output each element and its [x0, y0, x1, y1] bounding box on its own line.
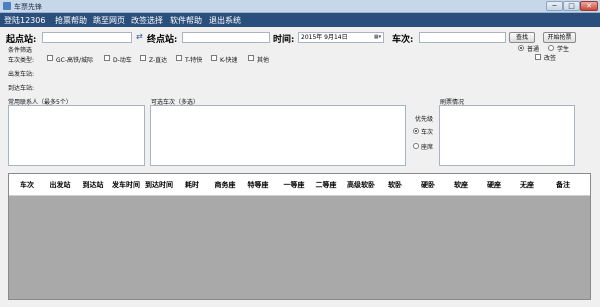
column-header[interactable]: 车次	[20, 180, 34, 190]
column-header[interactable]: 特等座	[248, 180, 269, 190]
type-z-label: Z-直达	[149, 57, 168, 64]
app-icon	[3, 2, 11, 10]
depart-station-label: 出发车站:	[8, 71, 35, 78]
grid-header: 车次 出发站 到达站 发车时间 到达时间 耗时 商务座 特等座 一等座 二等座 高级软卧 软卧 硬卧 软座…	[9, 174, 590, 196]
train-no-input[interactable]	[419, 32, 506, 43]
type-k-checkbox[interactable]	[211, 55, 217, 61]
column-header[interactable]: 二等座	[316, 180, 337, 190]
start-grab-button[interactable]: 开始抢票	[543, 32, 576, 43]
type-d-checkbox[interactable]	[104, 55, 110, 61]
column-header[interactable]: 软座	[454, 180, 468, 190]
type-gc-label: GC-高铁/城际	[56, 57, 94, 64]
menu-goto-web[interactable]: 跳至网页	[93, 15, 125, 26]
column-header[interactable]: 到达时间	[145, 180, 173, 190]
menu-change-select[interactable]: 改签选择	[131, 15, 163, 26]
arrive-station-label: 到达车站:	[8, 85, 35, 92]
train-no-label: 车次:	[392, 35, 414, 45]
menu-login[interactable]: 登陆12306	[4, 15, 45, 26]
train-type-label: 车次类型:	[8, 57, 35, 64]
type-t-label: T-特快	[185, 57, 203, 64]
column-header[interactable]: 发车时间	[112, 180, 140, 190]
type-t-checkbox[interactable]	[176, 55, 182, 61]
type-k-label: K-快速	[220, 57, 238, 64]
column-header[interactable]: 软卧	[388, 180, 402, 190]
column-header[interactable]: 到达站	[83, 180, 104, 190]
minimize-button[interactable]: ─	[546, 1, 563, 11]
type-other-checkbox[interactable]	[248, 55, 254, 61]
trains-list[interactable]	[150, 105, 406, 166]
results-grid[interactable]: 车次 出发站 到达站 发车时间 到达时间 耗时 商务座 特等座 一等座 二等座 高级软卧 软卧 硬卧 软座…	[8, 173, 591, 300]
from-station-label: 起点站:	[6, 35, 37, 45]
maximize-button[interactable]: □	[563, 1, 580, 11]
student-label: 学生	[557, 46, 570, 53]
refresh-status-box	[439, 105, 575, 166]
priority-train-radio[interactable]	[413, 128, 419, 134]
contacts-list[interactable]	[8, 105, 145, 166]
priority-seat-radio[interactable]	[413, 143, 419, 149]
column-header[interactable]: 硬卧	[421, 180, 435, 190]
query-button[interactable]: 查找	[509, 32, 535, 43]
menu-exit[interactable]: 退出系统	[209, 15, 241, 26]
date-picker[interactable]: 2015年 9月14日 ▦▾	[298, 32, 384, 43]
title-bar: 车票先锋 ─ □ ✕	[0, 0, 600, 13]
to-station-input[interactable]	[182, 32, 270, 43]
column-header[interactable]: 商务座	[215, 180, 236, 190]
type-other-label: 其他	[257, 57, 270, 64]
type-d-label: D-动车	[113, 57, 132, 64]
close-button[interactable]: ✕	[580, 1, 598, 11]
from-station-input[interactable]	[42, 32, 132, 43]
filter-label: 条件筛选	[8, 47, 33, 54]
priority-train-label: 车次	[421, 129, 434, 136]
to-station-label: 终点站:	[147, 35, 178, 45]
column-header[interactable]: 高级软卧	[347, 180, 375, 190]
change-ticket-checkbox[interactable]	[535, 54, 541, 60]
menu-ticket-help[interactable]: 抢票帮助	[55, 15, 87, 26]
column-header[interactable]: 出发站	[50, 180, 71, 190]
change-ticket-label: 改签	[544, 55, 557, 62]
type-z-checkbox[interactable]	[140, 55, 146, 61]
menu-software-help[interactable]: 软件帮助	[170, 15, 202, 26]
priority-seat-label: 座席	[421, 144, 434, 151]
date-value: 2015年 9月14日	[301, 34, 348, 41]
column-header[interactable]: 一等座	[284, 180, 305, 190]
column-header[interactable]: 硬座	[487, 180, 501, 190]
priority-label: 优先级	[415, 116, 434, 123]
column-header[interactable]: 耗时	[185, 180, 199, 190]
column-header[interactable]: 备注	[556, 180, 570, 190]
date-label: 时间:	[273, 35, 295, 45]
normal-radio[interactable]	[518, 45, 524, 51]
swap-icon[interactable]: ⇄	[136, 32, 143, 41]
student-radio[interactable]	[548, 45, 554, 51]
menu-bar: 登陆12306 抢票帮助 跳至网页 改签选择 软件帮助 退出系统	[0, 13, 600, 27]
type-gc-checkbox[interactable]	[47, 55, 53, 61]
column-header[interactable]: 无座	[520, 180, 534, 190]
window-title: 车票先锋	[14, 3, 42, 11]
normal-label: 普通	[527, 46, 540, 53]
calendar-dropdown-icon[interactable]: ▦▾	[373, 34, 382, 41]
